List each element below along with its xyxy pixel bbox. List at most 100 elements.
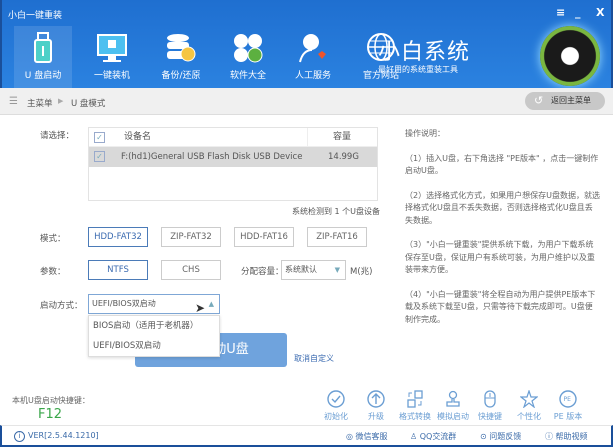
nav-one-click-install[interactable]: 一键装机 — [83, 26, 141, 88]
param-chs[interactable]: CHS — [161, 260, 221, 280]
alloc-label: 分配容量： — [241, 267, 284, 277]
mode-hdd-fat16[interactable]: HDD-FAT16 — [234, 227, 294, 247]
row-checkbox[interactable]: ✓ — [94, 151, 105, 162]
tool-label: 格式转换 — [399, 412, 431, 421]
nav-usb-boot[interactable]: U 盘启动 — [14, 26, 72, 88]
footer-link-label: 问题反馈 — [489, 432, 522, 441]
boot-label: 启动方式： — [40, 301, 83, 311]
minimize-button[interactable]: _ — [575, 6, 581, 19]
brand-slogan: 最好用的系统重装工具 — [378, 65, 458, 74]
tool-pe-version[interactable]: PE PE 版本 — [548, 390, 588, 422]
close-button[interactable]: X — [596, 6, 604, 19]
caret-up-icon: ▲ — [208, 300, 214, 308]
nav-label: U 盘启动 — [24, 71, 62, 81]
breadcrumb-home[interactable]: 主菜单 — [27, 97, 53, 109]
menu-button[interactable]: ≡ — [556, 6, 565, 19]
nav-backup-restore[interactable]: 备份/还原 — [152, 26, 210, 88]
breadcrumb-current: U 盘模式 — [71, 99, 106, 109]
monitor-icon — [97, 34, 127, 62]
footer-help-video[interactable]: ⓘ 帮助视频 — [545, 431, 588, 442]
star-icon — [520, 390, 538, 408]
select-label: 请选择： — [40, 131, 75, 141]
footer-link-label: QQ交流群 — [419, 432, 457, 441]
help-icon: ⓘ — [545, 432, 556, 441]
nav-software[interactable]: 软件大全 — [219, 26, 277, 88]
tool-label: 个性化 — [517, 412, 541, 421]
table-header: ✓ 设备名 容量 — [89, 128, 377, 147]
tool-simulate-boot[interactable]: 模拟启动 — [433, 390, 473, 422]
tool-upgrade[interactable]: 升级 — [356, 390, 396, 422]
tool-label: 模拟启动 — [437, 412, 469, 421]
param-label: 参数： — [40, 267, 66, 277]
header-size: 容量 — [333, 132, 352, 142]
hotkey-label: 本机U盘启动快捷键： — [12, 396, 90, 405]
footer-link-label: 微信客服 — [355, 432, 388, 441]
mouse-cursor-icon: ➤ — [195, 301, 206, 315]
nav-label: 软件大全 — [229, 71, 266, 81]
help-item: （2）选择格式化方式，如果用户想保存U盘数据，就选择格式化U盘且不丢失数据，否则… — [405, 190, 600, 225]
tool-format-convert[interactable]: 格式转换 — [395, 390, 435, 422]
mode-zip-fat16[interactable]: ZIP-FAT16 — [307, 227, 367, 247]
nav-label: 人工服务 — [294, 71, 331, 81]
footer-qq-group[interactable]: ♙ QQ交流群 — [410, 431, 456, 442]
caret-right-icon: ▶ — [58, 97, 64, 105]
alloc-value: 系统默认 — [285, 265, 317, 274]
hotkey-value: F12 — [38, 407, 63, 422]
mode-label: 模式： — [40, 234, 66, 244]
version-text: VER[2.5.44.1210] — [28, 431, 99, 440]
tool-init[interactable]: 初始化 — [316, 390, 356, 422]
tool-personalize[interactable]: 个性化 — [509, 390, 549, 422]
device-name: F:(hd1)General USB Flash Disk USB Device — [121, 152, 303, 162]
check-circle-icon — [327, 390, 345, 408]
table-row[interactable]: ✓ F:(hd1)General USB Flash Disk USB Devic… — [89, 147, 377, 167]
boot-dropdown: BIOS启动（适用于老机器） UEFI/BIOS双启动 — [88, 315, 220, 357]
nav-label: 备份/还原 — [161, 71, 201, 81]
caret-down-icon: ▼ — [334, 266, 340, 274]
select-all-checkbox[interactable]: ✓ — [94, 132, 105, 143]
tool-label: 初始化 — [324, 412, 348, 421]
stamp-icon — [446, 390, 460, 407]
device-table: ✓ 设备名 容量 ✓ F:(hd1)General USB Flash Disk US… — [88, 127, 378, 201]
chat-icon: ⊙ — [480, 432, 490, 441]
help-item: （1）插入U盘，右下角选择 "PE版本" ，点击一键制作启动U盘。 — [405, 153, 599, 176]
tool-label: 快捷键 — [478, 412, 502, 421]
param-ntfs[interactable]: NTFS — [88, 260, 148, 280]
tool-hotkey[interactable]: 快捷键 — [470, 390, 510, 422]
header-device-name: 设备名 — [124, 132, 152, 142]
apps-icon — [234, 34, 263, 63]
footer-feedback[interactable]: ⊙ 问题反馈 — [480, 431, 521, 442]
database-icon — [167, 34, 196, 62]
help-panel: 操作说明： （1）插入U盘，右下角选择 "PE版本" ，点击一键制作启动U盘。 … — [405, 128, 600, 338]
arrow-up-circle-icon — [367, 390, 385, 408]
help-item: （4）"小白一键重装"将全程自动为用户提供PE版本下载及系统下载至U盘，只需等待… — [405, 289, 596, 324]
footer-wechat[interactable]: ◎ 微信客服 — [346, 431, 388, 442]
version-info: i VER[2.5.44.1210] — [14, 431, 99, 442]
help-item: （3）"小白一键重装"提供系统下载，为用户下载系统保存至U盘，保证用户有系统可装… — [405, 240, 595, 274]
svg-text:PE: PE — [564, 396, 572, 403]
pe-icon: PE — [559, 390, 577, 408]
footer-link-label: 帮助视频 — [555, 432, 588, 441]
list-icon: ☰ — [9, 96, 18, 107]
brand-logo — [540, 26, 600, 86]
boot-option-bios[interactable]: BIOS启动（适用于老机器） — [89, 316, 219, 336]
back-to-menu-button[interactable]: ↺ 返回主菜单 — [525, 92, 605, 110]
alloc-select[interactable]: 系统默认 ▼ — [281, 260, 346, 280]
convert-icon — [407, 390, 423, 408]
alloc-unit: M(兆) — [350, 267, 373, 277]
mouse-icon — [484, 390, 496, 408]
brand-name: 小白系统 — [378, 40, 471, 65]
tool-label: PE 版本 — [553, 412, 583, 421]
wechat-icon: ◎ — [346, 432, 356, 441]
user-icon — [299, 34, 326, 63]
boot-value: UEFI/BIOS双启动 — [92, 299, 156, 308]
mode-zip-fat32[interactable]: ZIP-FAT32 — [161, 227, 221, 247]
tool-label: 升级 — [368, 412, 384, 421]
nav-support[interactable]: 人工服务 — [284, 26, 342, 88]
device-size: 14.99G — [328, 152, 359, 162]
info-icon: i — [14, 431, 25, 442]
boot-option-uefi-bios[interactable]: UEFI/BIOS双启动 — [89, 336, 219, 356]
window-title: 小白一键重装 — [8, 11, 63, 21]
mode-hdd-fat32[interactable]: HDD-FAT32 — [88, 227, 148, 247]
cancel-custom-link[interactable]: 取消自定义 — [294, 353, 334, 364]
undo-icon: ↺ — [534, 94, 544, 107]
